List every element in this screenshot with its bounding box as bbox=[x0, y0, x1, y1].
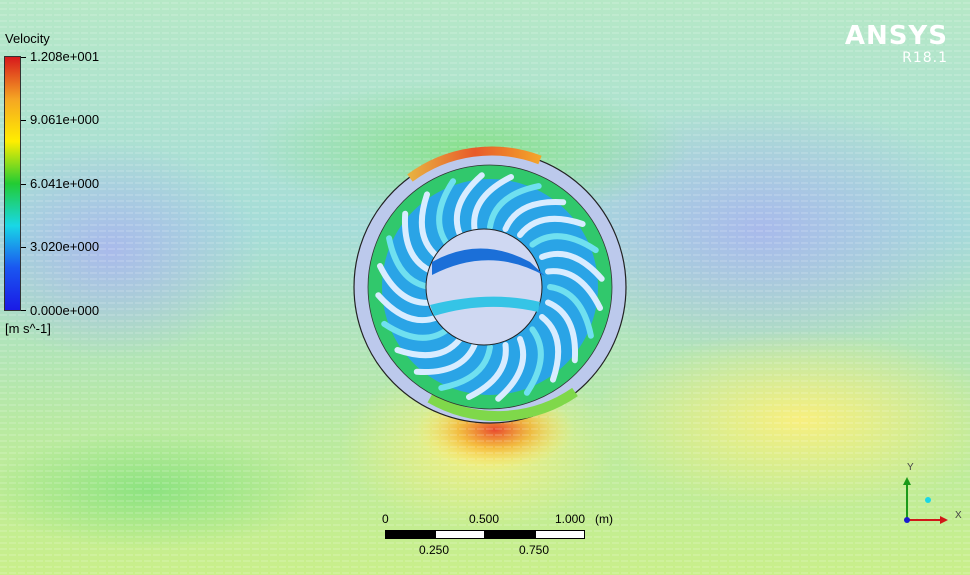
scale-bar: 0 0.500 1.000 (m) 0.250 0.750 bbox=[380, 512, 613, 562]
legend-tick-min: 0.000e+000 bbox=[30, 303, 100, 318]
scale-label-1000: 1.000 bbox=[555, 512, 586, 526]
legend-tick-mark bbox=[21, 57, 26, 58]
scale-segment-dark bbox=[485, 530, 535, 539]
legend-unit: [m s^-1] bbox=[5, 321, 51, 336]
brand-version: R18.1 bbox=[902, 50, 948, 66]
legend-tick-max: 1.208e+001 bbox=[30, 49, 100, 64]
scale-label-0750: 0.750 bbox=[519, 543, 550, 557]
brand-name: ANSYS bbox=[844, 21, 948, 51]
scale-unit: (m) bbox=[595, 512, 613, 526]
axis-triad: Y X bbox=[903, 462, 962, 524]
y-axis-arrow-head bbox=[903, 477, 911, 485]
velocity-colorbar bbox=[4, 56, 21, 311]
legend-tick-2: 9.061e+000 bbox=[30, 112, 100, 127]
scale-segment-light bbox=[535, 530, 585, 539]
legend-tick-mark bbox=[21, 120, 26, 121]
turbine-assembly bbox=[353, 146, 627, 424]
legend-tick-3: 6.041e+000 bbox=[30, 176, 100, 191]
simulation-viewport[interactable] bbox=[0, 0, 970, 575]
legend-tick-mark bbox=[21, 184, 26, 185]
scale-label-0: 0 bbox=[382, 512, 389, 526]
triad-center-dot bbox=[925, 497, 931, 503]
x-axis-label: X bbox=[955, 510, 962, 521]
legend-tick-4: 3.020e+000 bbox=[30, 239, 100, 254]
z-axis-dot bbox=[904, 517, 910, 523]
y-axis-label: Y bbox=[907, 462, 914, 473]
scale-segment-light bbox=[435, 530, 485, 539]
legend-tick-mark bbox=[21, 310, 26, 311]
scale-segment-dark bbox=[385, 530, 435, 539]
legend-tick-mark bbox=[21, 247, 26, 248]
ansys-logo: ANSYS R18.1 bbox=[845, 22, 948, 66]
scale-label-0500: 0.500 bbox=[469, 512, 500, 526]
scale-label-0250: 0.250 bbox=[419, 543, 450, 557]
x-axis-arrow-head bbox=[940, 516, 948, 524]
inner-hub bbox=[425, 228, 543, 346]
legend-title: Velocity bbox=[5, 31, 50, 46]
